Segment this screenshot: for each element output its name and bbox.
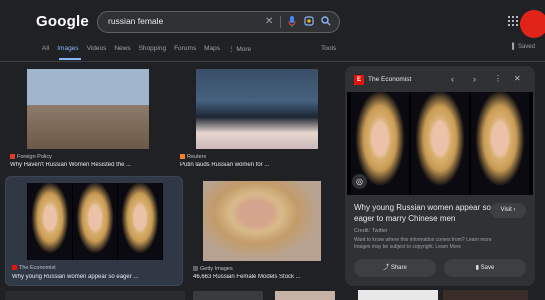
- chevron-right-icon: ›: [513, 207, 516, 213]
- result-source: Getty Images: [193, 266, 233, 272]
- preview-panel: E The Economist ‹ › ⋮ ✕ ◎ Why young Russ…: [345, 66, 535, 286]
- result-image[interactable]: [203, 181, 321, 261]
- lens-icon[interactable]: [304, 16, 314, 29]
- more-options-icon[interactable]: ⋮: [494, 74, 502, 83]
- image-result-4[interactable]: Getty Images 46,663 Russian Female Model…: [193, 180, 341, 285]
- divider: [0, 61, 545, 62]
- preview-image[interactable]: ◎: [347, 92, 533, 195]
- tab-forums[interactable]: Forums: [174, 45, 196, 57]
- share-label: Share: [390, 265, 407, 271]
- source-label: Reuters: [187, 154, 207, 160]
- search-input[interactable]: russian female: [108, 16, 163, 26]
- source-favicon-icon: [180, 154, 185, 159]
- related-image[interactable]: [358, 290, 438, 300]
- google-logo[interactable]: Google: [36, 13, 89, 30]
- result-source: Foreign Policy: [10, 154, 52, 160]
- source-favicon-icon: [10, 154, 15, 159]
- result-image[interactable]: [196, 69, 318, 149]
- clear-icon[interactable]: ✕: [265, 16, 273, 28]
- next-icon[interactable]: ›: [473, 74, 476, 84]
- image-result-2[interactable]: Reuters Putin lauds Russian women for ..…: [180, 68, 340, 173]
- result-source: The Economist: [12, 265, 56, 271]
- result-image[interactable]: [27, 183, 163, 260]
- image-result-3[interactable]: The Economist Why young Russian women ap…: [5, 176, 183, 286]
- lens-search-icon[interactable]: ◎: [352, 174, 367, 189]
- result-source: Reuters: [180, 154, 206, 160]
- search-icon[interactable]: [321, 16, 331, 29]
- bookmark-icon: ▮: [475, 265, 479, 271]
- result-title[interactable]: Why young Russian women appear so eager …: [12, 274, 177, 280]
- tab-images[interactable]: Images: [57, 45, 78, 57]
- apps-grid-icon[interactable]: [508, 16, 518, 26]
- tab-videos[interactable]: Videos: [87, 45, 107, 57]
- source-label: Getty Images: [200, 266, 233, 272]
- panel-title-line2[interactable]: eager to marry Chinese men: [354, 214, 455, 223]
- close-icon[interactable]: ✕: [514, 74, 521, 83]
- save-label: Save: [480, 265, 495, 271]
- credit-text: Credit: Twitter: [354, 228, 388, 234]
- tab-more[interactable]: ⋮ More: [228, 45, 251, 57]
- tab-news[interactable]: News: [114, 45, 130, 57]
- bookmark-icon: ▌: [512, 44, 517, 50]
- source-label: Foreign Policy: [17, 154, 52, 160]
- info-note: Want to know where this information come…: [354, 237, 492, 243]
- partial-result-image[interactable]: [275, 291, 335, 300]
- panel-title-line1[interactable]: Why young Russian women appear so: [354, 203, 491, 212]
- share-button[interactable]: ⤴ Share: [354, 259, 436, 277]
- avatar[interactable]: [520, 10, 545, 38]
- result-title[interactable]: 46,663 Russian Female Models Stock ...: [193, 274, 338, 280]
- active-tab-indicator: [59, 58, 81, 60]
- save-button[interactable]: ▮ Save: [444, 259, 526, 277]
- source-label: The Economist: [19, 265, 56, 271]
- source-favicon-icon: [193, 266, 198, 271]
- tab-shopping[interactable]: Shopping: [139, 45, 166, 57]
- divider: [280, 16, 281, 28]
- saved-link[interactable]: ▌ Saved: [512, 44, 535, 50]
- source-favicon-icon: [12, 265, 17, 270]
- previous-icon[interactable]: ‹: [451, 74, 454, 84]
- partial-result-row: [5, 291, 185, 300]
- search-bar[interactable]: russian female ✕: [97, 11, 340, 33]
- visit-button[interactable]: Visit ›: [490, 203, 526, 218]
- result-image[interactable]: [27, 69, 149, 149]
- visit-label: Visit: [500, 207, 512, 213]
- copyright-note: Images may be subject to copyright. Lear…: [354, 244, 461, 250]
- result-title[interactable]: Why Haven't Russian Women Resisted the .…: [10, 162, 185, 168]
- partial-result-image[interactable]: [193, 291, 263, 300]
- tab-all[interactable]: All: [42, 45, 49, 57]
- microphone-icon[interactable]: [288, 16, 296, 30]
- share-icon: ⤴: [383, 265, 390, 271]
- image-result-1[interactable]: Foreign Policy Why Haven't Russian Women…: [10, 68, 174, 173]
- panel-source[interactable]: The Economist: [368, 76, 411, 83]
- tools-button[interactable]: Tools: [321, 45, 336, 52]
- source-logo-icon[interactable]: E: [354, 75, 364, 85]
- related-image[interactable]: [443, 290, 528, 300]
- saved-label: Saved: [517, 44, 535, 50]
- search-tabs: All Images Videos News Shopping Forums M…: [42, 45, 251, 57]
- result-title[interactable]: Putin lauds Russian women for ...: [180, 162, 355, 168]
- tab-maps[interactable]: Maps: [204, 45, 220, 57]
